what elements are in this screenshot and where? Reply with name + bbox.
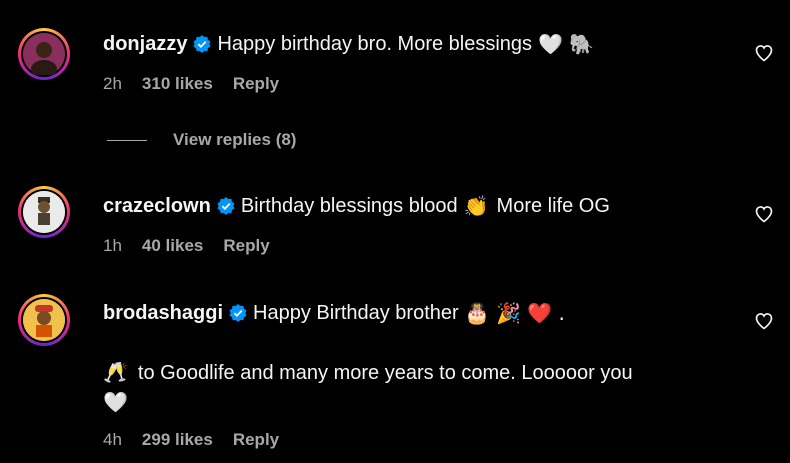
- comment-line2-text: to Goodlife and many more years to come.…: [137, 362, 633, 384]
- timestamp: 4h: [103, 430, 122, 449]
- avatar[interactable]: [18, 28, 70, 80]
- heart-icon[interactable]: [754, 43, 774, 63]
- verified-badge-icon: [193, 35, 212, 53]
- username[interactable]: brodashaggi: [103, 300, 223, 326]
- likes-count[interactable]: 310 likes: [142, 74, 213, 94]
- likes-count[interactable]: 299 likes: [142, 430, 213, 450]
- cartoon-avatar-icon: [23, 299, 65, 341]
- timestamp: 2h: [103, 74, 122, 93]
- timestamp: 1h: [103, 236, 122, 255]
- username[interactable]: donjazzy: [103, 31, 187, 57]
- verified-badge-icon: [217, 197, 235, 215]
- view-replies-button[interactable]: View replies (8): [107, 130, 296, 150]
- comment-text: Happy birthday bro. More blessings: [217, 33, 533, 55]
- heart-icon[interactable]: [754, 204, 774, 224]
- likes-count[interactable]: 40 likes: [142, 236, 203, 256]
- reply-button[interactable]: Reply: [233, 74, 279, 94]
- person-avatar-icon: [23, 33, 65, 75]
- heart-icon[interactable]: [754, 311, 774, 331]
- comment-text: Happy Birthday brother: [253, 302, 459, 324]
- verified-badge-icon: [229, 304, 247, 322]
- comment-emoji: 🎂 🎉 ❤️ .: [464, 301, 565, 325]
- comment-line3-emoji: 🤍: [103, 390, 128, 414]
- reply-button[interactable]: Reply: [223, 236, 269, 256]
- avatar[interactable]: [18, 186, 70, 238]
- comment-line2-emoji: 🥂: [103, 360, 128, 384]
- comment-text: Birthday blessings blood: [240, 195, 458, 217]
- view-replies-label: View replies (8): [173, 130, 297, 149]
- cartoon-avatar-icon: [23, 191, 65, 233]
- comment-emoji: 🤍 🐘: [538, 32, 595, 56]
- reply-button[interactable]: Reply: [233, 430, 279, 450]
- username[interactable]: crazeclown: [103, 193, 211, 219]
- avatar[interactable]: [18, 294, 70, 346]
- comment-emoji: 👏: [463, 194, 489, 218]
- comment-text-after: More life OG: [496, 195, 610, 217]
- divider: [107, 139, 147, 141]
